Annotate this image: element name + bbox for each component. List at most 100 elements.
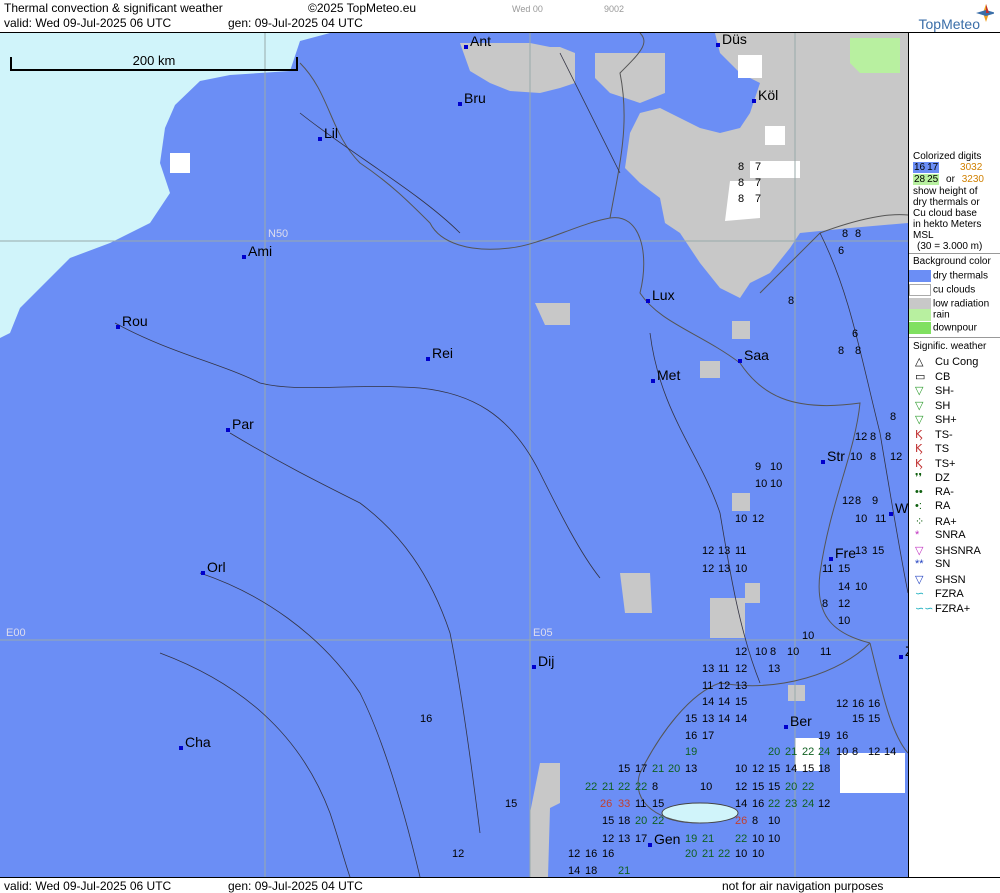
map-footer: valid: Wed 09-Jul-2025 06 UTC gen: 09-Ju…	[0, 877, 1000, 893]
city-brussels[interactable]: Bru	[458, 90, 486, 106]
legend-desc-6: (30 = 3.000 m)	[917, 241, 983, 252]
weather-symbol-icon: Ϗ	[915, 443, 923, 455]
legend-wx-item: ▽ SH+	[915, 414, 957, 426]
city-reims[interactable]: Rei	[426, 345, 453, 361]
thermal-value: 14	[718, 713, 731, 725]
legend-wx-item: ▽ SH-	[915, 385, 954, 397]
weather-symbol-icon: ••	[915, 485, 923, 498]
city-w[interactable]: W	[889, 500, 908, 516]
city-geneva[interactable]: Gen	[648, 831, 680, 847]
scale-bar: 200 km	[10, 53, 298, 71]
legend-desc-1: show height of	[913, 186, 978, 197]
sea-area	[0, 33, 330, 338]
thermal-value: 12	[842, 495, 855, 507]
grid-label-e05: E05	[533, 627, 553, 639]
thermal-value: 7	[755, 193, 762, 205]
legend-desc-4: in hekto Meters	[913, 219, 982, 230]
city-rouen[interactable]: Rou	[116, 313, 148, 329]
legend-wx-title: Signific. weather	[913, 341, 987, 352]
map-header: Thermal convection & significant weather…	[0, 0, 1000, 33]
thermal-value: 10	[770, 461, 783, 473]
thermal-value: 10	[838, 615, 851, 627]
legend-wx-item: ▽ SHSNRA	[915, 544, 981, 557]
city-chateauroux[interactable]: Cha	[179, 734, 211, 750]
thermal-value: 10	[855, 513, 868, 525]
city-luxembourg[interactable]: Lux	[646, 287, 675, 303]
thermal-value: 18	[618, 815, 631, 827]
thermal-value: 12	[718, 680, 731, 692]
legend-wx-item: Ϗ TS+	[915, 457, 956, 470]
city-bern[interactable]: Ber	[784, 713, 812, 729]
thermal-value: 21	[652, 763, 665, 775]
thermal-value: 19	[818, 730, 831, 742]
city-saarbrucken[interactable]: Saa	[738, 347, 769, 363]
legend-bg-cu: cu clouds	[909, 284, 975, 296]
thermal-value: 12	[568, 848, 581, 860]
thermal-value: 9	[872, 495, 879, 507]
thermal-value: 12	[836, 698, 849, 710]
thermal-value: 13	[702, 713, 715, 725]
thermal-value: 17	[635, 763, 648, 775]
weather-symbol-icon: ▭	[915, 370, 926, 383]
thermal-value: 22	[652, 815, 665, 827]
thermal-value: 15	[802, 763, 815, 775]
thermal-value: 22	[618, 781, 631, 793]
thermal-value: 12	[818, 798, 831, 810]
thermal-value: 11	[822, 563, 834, 575]
thermal-value: 16	[836, 730, 849, 742]
thermal-value: 26	[600, 798, 613, 810]
valid-time: valid: Wed 09-Jul-2025 06 UTC	[4, 16, 172, 30]
thermal-value: 8	[855, 228, 862, 240]
thermal-value: 8	[842, 228, 849, 240]
thermal-value: 16	[585, 848, 598, 860]
thermal-value: 10	[770, 478, 783, 490]
thermal-value: 33	[618, 798, 631, 810]
city-freiburg[interactable]: Fre	[829, 545, 856, 561]
thermal-value: 26	[735, 815, 748, 827]
thermal-value: 17	[702, 730, 715, 742]
weather-symbol-icon: ∽∽	[915, 602, 934, 615]
thermal-value: 15	[602, 815, 615, 827]
grid-label-n50: N50	[268, 228, 289, 240]
thermal-value: 15	[868, 713, 881, 725]
legend-desc-5: MSL	[913, 230, 934, 241]
city-amiens[interactable]: Ami	[242, 243, 272, 259]
thermal-value: 8	[652, 781, 659, 793]
thermal-value: 6	[852, 328, 859, 340]
thermal-value: 10	[802, 630, 815, 642]
thermal-value: 10	[735, 563, 748, 575]
thermal-value: 8	[855, 495, 862, 507]
legend-colorized-title: Colorized digits	[913, 151, 982, 162]
weather-symbol-icon: ⁘	[915, 515, 925, 528]
thermal-value: 15	[838, 563, 851, 575]
legend-desc-3: Cu cloud base	[913, 208, 977, 219]
city-strasbourg[interactable]: Str	[821, 448, 845, 464]
city-orleans[interactable]: Orl	[201, 559, 226, 575]
thermal-value: 8	[838, 345, 845, 357]
thermal-value: 15	[652, 798, 665, 810]
thermal-value: 16	[602, 848, 615, 860]
thermal-value: 11	[702, 680, 714, 692]
thermal-value: 10	[850, 451, 863, 463]
thermal-value: 19	[685, 746, 698, 758]
thermal-value: 10	[735, 763, 748, 775]
thermal-value: 8	[852, 746, 859, 758]
map-title: Thermal convection & significant weather	[4, 1, 223, 15]
city-lille[interactable]: Lil	[318, 125, 338, 141]
grid-label-e00: E00	[6, 627, 26, 639]
thermal-value: 21	[702, 848, 715, 860]
city-paris[interactable]: Par	[226, 416, 254, 432]
city-dusseldorf[interactable]: Düs	[716, 33, 747, 47]
thermal-value: 8	[738, 193, 745, 205]
city-antwerp[interactable]: Ant	[464, 33, 491, 49]
city-dijon[interactable]: Dij	[532, 653, 554, 669]
legend-wx-item: Ϗ TS-	[915, 428, 953, 441]
weather-map[interactable]: 200 km N50 E00 E05 Ant Düs Bru Köl Lil A…	[0, 33, 908, 877]
thermal-value: 11	[820, 646, 832, 658]
thermal-value: 14	[735, 798, 748, 810]
city-cologne[interactable]: Köl	[752, 87, 778, 103]
slot-day: Wed 00	[512, 4, 543, 14]
thermal-value: 6	[838, 245, 845, 257]
city-z[interactable]: Z	[899, 643, 908, 659]
city-metz[interactable]: Met	[651, 367, 680, 383]
